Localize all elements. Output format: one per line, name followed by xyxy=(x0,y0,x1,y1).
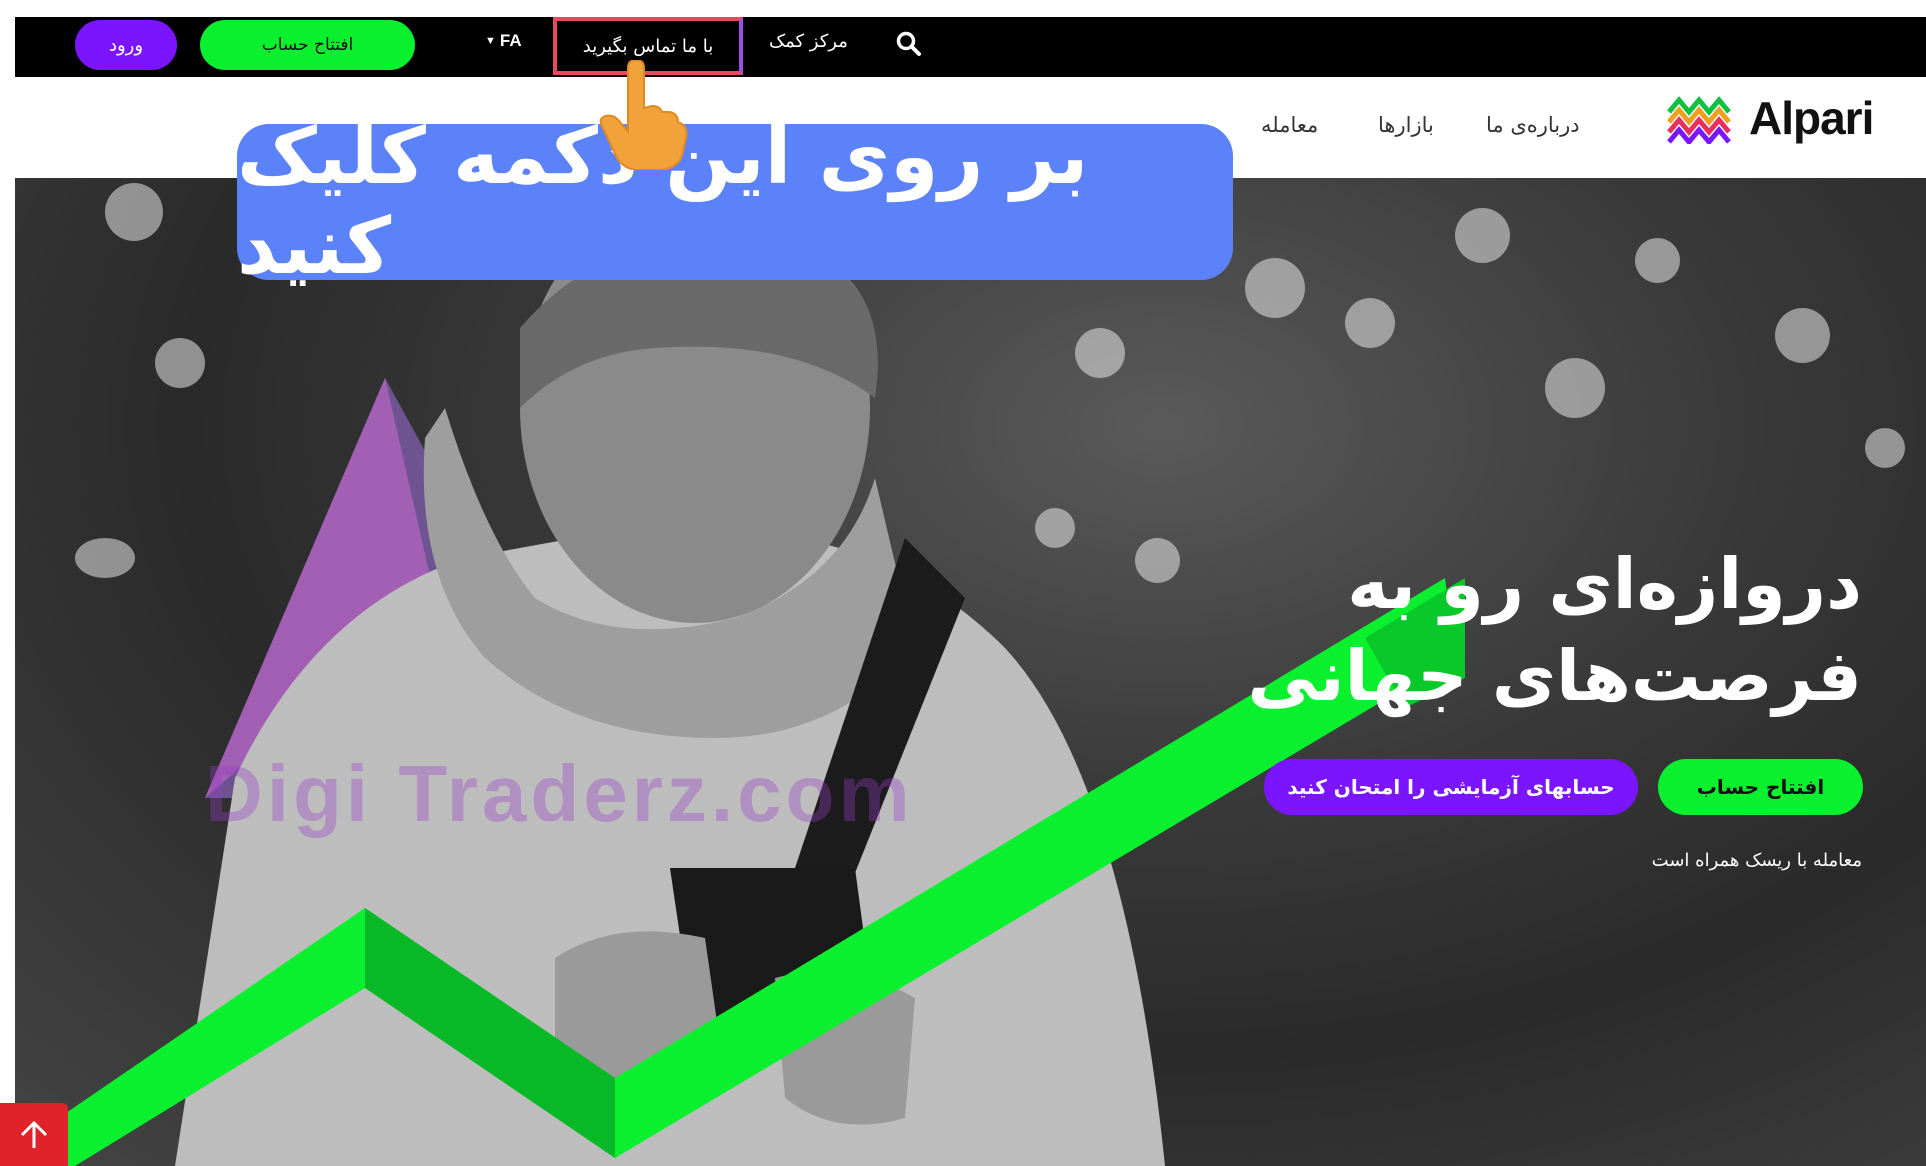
tutorial-caption: بر روی این دکمه کلیک کنید xyxy=(237,112,1233,292)
language-label: FA xyxy=(499,31,522,50)
top-bar: ورود افتتاح حساب ▼ FA با ما تماس بگیرید … xyxy=(15,17,1926,77)
hero-title: دروازه‌ای رو به فرصت‌های جهانی xyxy=(1142,538,1862,722)
watermark-text: Digi Traderz.com xyxy=(205,749,914,838)
scroll-to-top-button[interactable] xyxy=(0,1103,68,1166)
open-account-button[interactable]: افتتاح حساب xyxy=(200,20,415,70)
hero-title-line2: فرصت‌های جهانی xyxy=(1247,635,1862,717)
hero-title-line1: دروازه‌ای رو به xyxy=(1347,543,1862,625)
nav-item-markets[interactable]: بازارها xyxy=(1378,113,1434,137)
chevron-down-icon: ▼ xyxy=(485,35,496,47)
search-icon[interactable] xyxy=(895,30,923,58)
hand-pointer-icon xyxy=(599,60,688,170)
hero-open-account-button[interactable]: افتتاح حساب xyxy=(1658,759,1863,815)
logo-icon xyxy=(1667,96,1731,144)
hero-section: Digi Traderz.com دروازه‌ای رو به فرصت‌ها… xyxy=(15,178,1926,1166)
login-button[interactable]: ورود xyxy=(75,20,177,70)
risk-warning: معامله با ریسک همراه است xyxy=(1651,850,1862,871)
arrow-up-icon xyxy=(20,1120,48,1148)
nav-item-about[interactable]: درباره‌ی ما xyxy=(1486,113,1580,137)
try-demo-button[interactable]: حسابهای آزمایشی را امتحان کنید xyxy=(1264,759,1638,815)
help-center-link[interactable]: مرکز کمک xyxy=(769,31,848,52)
alpari-logo[interactable]: Alpari xyxy=(1667,91,1874,145)
nav-item-trading[interactable]: معامله xyxy=(1261,113,1318,137)
logo-text: Alpari xyxy=(1749,92,1874,144)
language-selector[interactable]: ▼ FA xyxy=(485,31,522,51)
